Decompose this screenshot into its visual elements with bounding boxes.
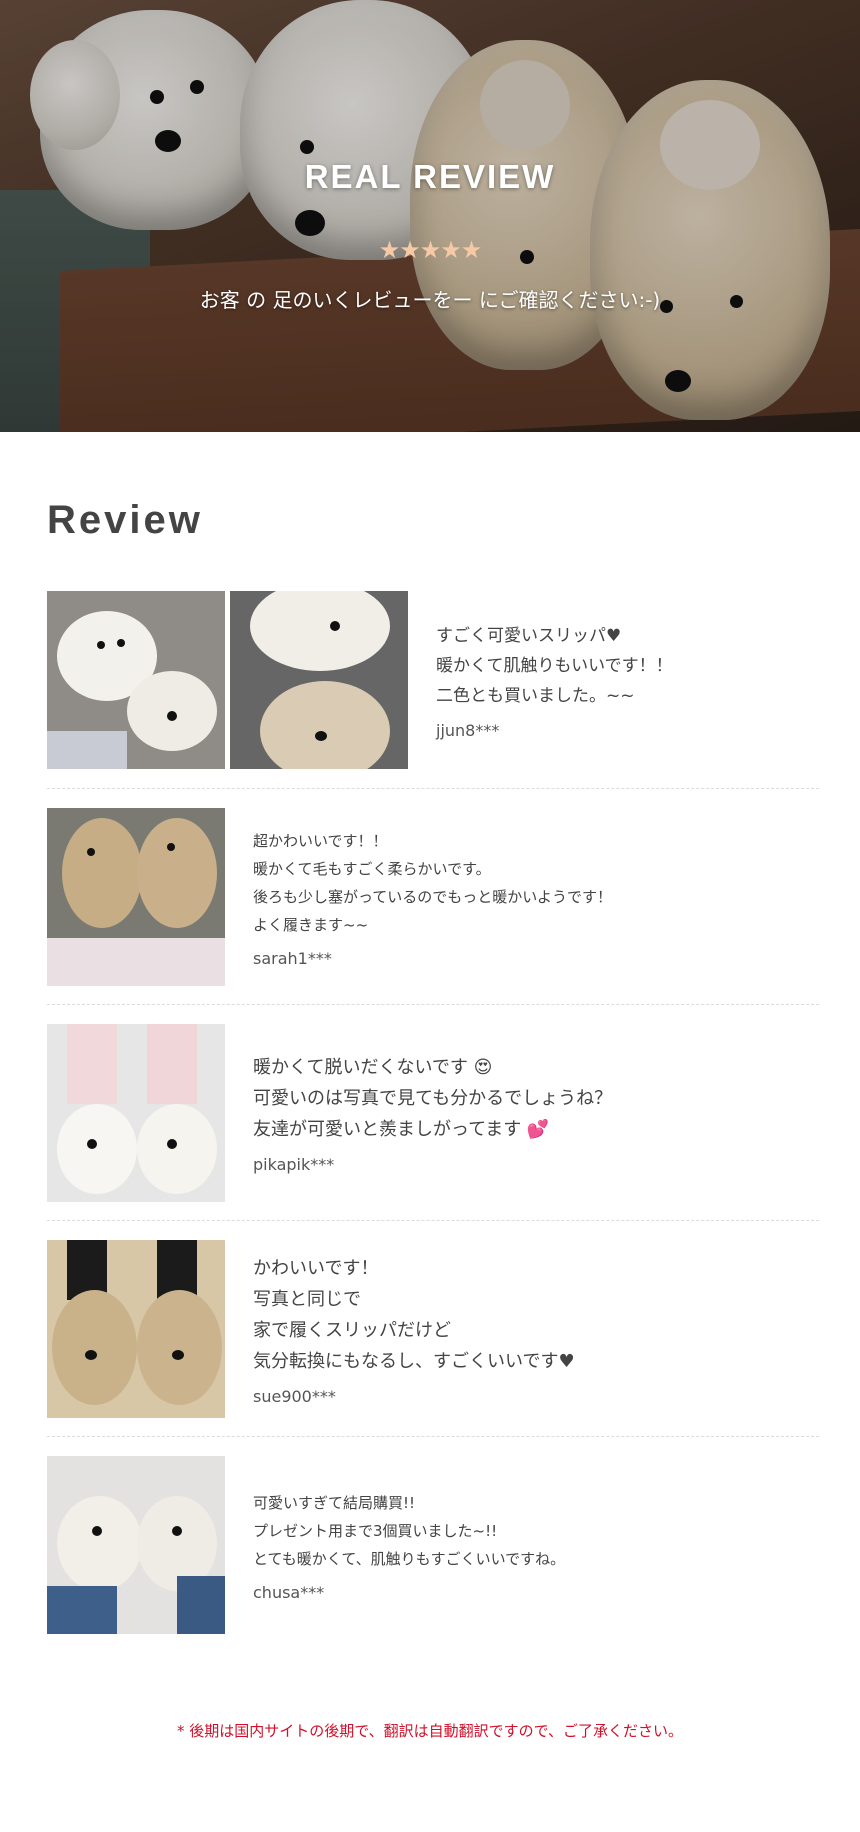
review-divider: [47, 788, 819, 789]
review-divider: [47, 1436, 819, 1437]
hero-overlay: [0, 0, 860, 432]
review-1-username: jjun8***: [436, 720, 500, 740]
review-item-5: 可愛いすぎて結局購買!! プレゼント用まで3個買いました~!! とても暖かくて、…: [47, 1456, 819, 1634]
review-2-photo-1[interactable]: [47, 808, 225, 986]
review-3-photo-1[interactable]: [47, 1024, 225, 1202]
review-1-photo-1[interactable]: [47, 591, 225, 769]
review-5-photo-1[interactable]: [47, 1456, 225, 1634]
review-item-2: 超かわいいです！！ 暖かくて毛もすごく柔らかいです。 後ろも少し塞がっているので…: [47, 808, 819, 986]
review-divider: [47, 1004, 819, 1005]
review-5-username: chusa***: [253, 1582, 325, 1602]
review-item-3: 暖かくて脱いだくないです 😍 可愛いのは写真で見ても分かるでしょうね？ 友達が可…: [47, 1024, 819, 1202]
hero-title: REAL REVIEW: [304, 158, 556, 195]
review-2-body: 超かわいいです！！ 暖かくて毛もすごく柔らかいです。 後ろも少し塞がっているので…: [253, 831, 612, 934]
review-3-body: 暖かくて脱いだくないです 😍 可愛いのは写真で見ても分かるでしょうね？ 友達が可…: [253, 1057, 613, 1140]
hero-banner: REAL REVIEW ★★★★★ お客 の 足のいくレビューをー にご確認くだ…: [0, 0, 860, 432]
hero-subtitle: お客 の 足のいくレビューをー にご確認ください:-): [199, 288, 661, 312]
review-divider: [47, 1220, 819, 1221]
review-item-1: すごく可愛いスリッパ♥ 暖かくて肌触りもいいです！！ 二色とも買いました。~~ …: [47, 591, 819, 769]
review-2-username: sarah1***: [253, 948, 332, 968]
review-item-4: かわいいです！ 写真と同じで 家で履くスリッパだけど 気分転換にもなるし、すごく…: [47, 1240, 819, 1418]
review-section-heading: Review: [47, 498, 203, 542]
review-1-photo-2[interactable]: [230, 591, 408, 769]
hero-rating-stars: ★★★★★: [378, 236, 483, 264]
review-1-body: すごく可愛いスリッパ♥ 暖かくて肌触りもいいです！！ 二色とも買いました。~~: [436, 625, 673, 706]
review-5-body: 可愛いすぎて結局購買!! プレゼント用まで3個買いました~!! とても暖かくて、…: [253, 1493, 566, 1568]
translation-disclaimer: * 後期は国内サイトの後期で、翻訳は自動翻訳ですので、ご了承ください。: [176, 1722, 684, 1740]
review-4-photo-1[interactable]: [47, 1240, 225, 1418]
review-4-body: かわいいです！ 写真と同じで 家で履くスリッパだけど 気分転換にもなるし、すごく…: [253, 1257, 575, 1372]
review-4-username: sue900***: [253, 1386, 336, 1406]
review-3-username: pikapik***: [253, 1155, 335, 1174]
